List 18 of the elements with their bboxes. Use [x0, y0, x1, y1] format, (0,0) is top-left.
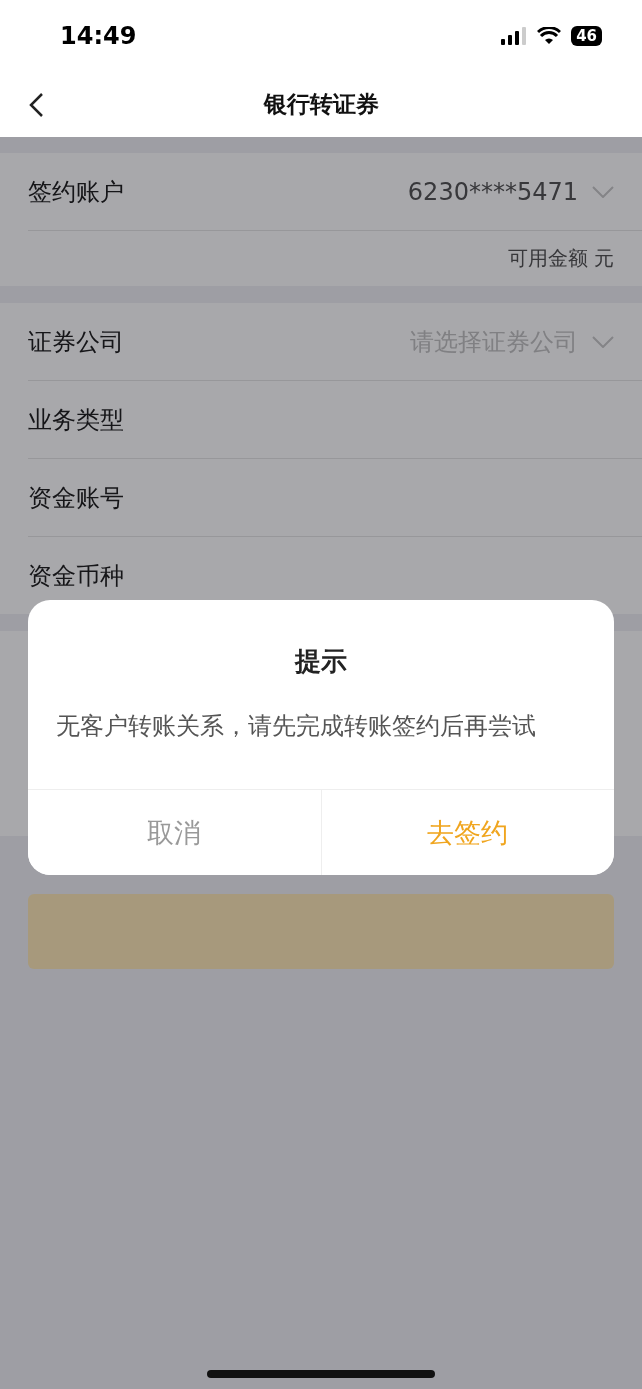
- field-label: 签约账户: [28, 176, 124, 208]
- chevron-down-icon: [592, 335, 614, 348]
- back-icon[interactable]: [28, 92, 44, 118]
- dialog-message: 无客户转账关系，请先完成转账签约后再尝试: [55, 711, 537, 742]
- select-value[interactable]: 6230****5471: [407, 177, 578, 206]
- field-label: 业务类型: [28, 404, 124, 436]
- wifi-icon: [537, 27, 562, 45]
- signal-icon: [501, 27, 528, 45]
- battery-level: 46: [571, 26, 602, 46]
- available-amount: 可用金额 元: [507, 245, 614, 272]
- confirm-button[interactable]: 去签约: [320, 790, 614, 875]
- chevron-down-icon: [592, 185, 614, 198]
- status-time: 14:49: [60, 22, 137, 50]
- dialog-title: 提示: [293, 645, 348, 678]
- field-label: 资金账号: [28, 482, 124, 514]
- field-label: 资金币种: [28, 560, 124, 592]
- page-title: 银行转证券: [263, 90, 379, 119]
- field-label: 证券公司: [28, 326, 124, 358]
